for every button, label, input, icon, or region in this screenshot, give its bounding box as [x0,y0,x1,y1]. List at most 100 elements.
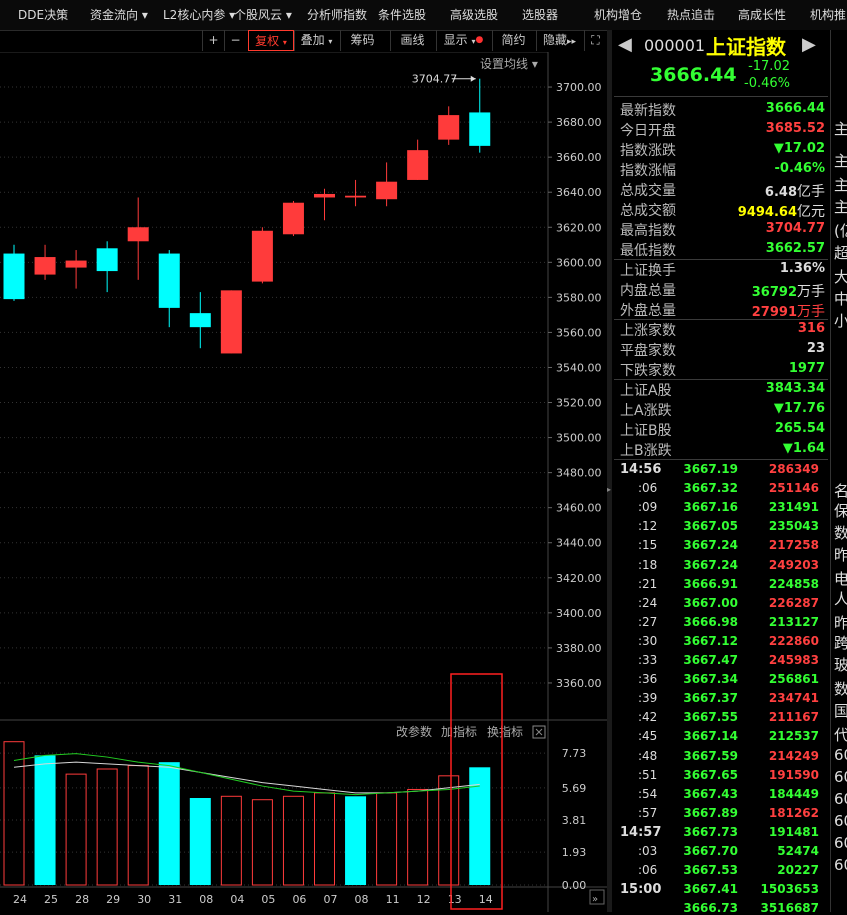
jianyue-button[interactable]: 简约 [492,30,534,51]
tick-volume: 217258 [768,538,819,553]
quote-value-unit: 亿元 [797,204,825,220]
fuquan-button[interactable]: 复权 ▾ [248,30,294,51]
price-tick-label: 3560.00 [556,326,602,339]
chouma-button[interactable]: 筹码 [340,30,384,51]
price-change: -17.02 [748,59,790,74]
quote-label: 上证换手 [620,263,676,279]
menu-item-6[interactable]: 高级选股 [450,0,498,30]
cropped-text: 主 [834,152,847,170]
huaxian-button[interactable]: 画线 [390,30,434,51]
tick-time: :57 [638,805,658,820]
cropped-text: 人 [834,590,847,608]
tick-price: 3666.98 [683,614,738,629]
quote-label: 上B涨跌 [620,443,672,459]
date-tick-label: 14 [479,893,493,906]
quote-value: 3843.34 [766,381,825,396]
volume-bar [376,792,398,886]
menu-item-7[interactable]: 选股器 [522,0,558,30]
quote-panel: ◀ 000001 上证指数 ▶ 3666.44 -17.02 -0.46% 最新… [612,30,847,915]
date-tick-label: 08 [199,893,213,906]
menu-item-5[interactable]: 条件选股 [378,0,426,30]
tick-volume: 251146 [768,481,819,496]
cropped-text: 中 [834,290,847,308]
candle-body [189,313,211,328]
high-annotation: 3704.77 [412,73,458,86]
tick-volume: 3516687 [760,901,819,915]
tick-volume: 20227 [777,863,819,878]
volume-bar [251,799,273,886]
price-tick-label: 3420.00 [556,572,602,585]
stock-name: 上证指数 [706,35,786,59]
diejia-button[interactable]: 叠加 ▾ [294,30,338,51]
volume-ma-line [13,761,480,794]
quote-label: 总成交额 [620,203,676,219]
price-pct: -0.46% [744,76,790,91]
zoom-in-button[interactable]: + [202,30,224,51]
collapse-arrow-icon[interactable]: ▸ [607,485,611,494]
quote-label: 指数涨跌 [620,143,676,159]
menu-item-0[interactable]: DDE决策 [18,0,68,30]
quote-label: 内盘总量 [620,283,676,299]
cropped-text: 超 [834,244,847,262]
cropped-text: 昨 [834,614,847,632]
price-tick-label: 3540.00 [556,361,602,374]
prev-stock-icon[interactable]: ◀ [618,34,632,55]
tick-price: 3667.19 [683,462,738,476]
date-tick-label: 11 [386,893,400,906]
quote-label: 外盘总量 [620,303,676,319]
tick-price: 3667.53 [683,863,738,878]
quote-value-number: 3843.34 [765,381,825,396]
quote-value-unit: 亿手 [797,184,825,200]
cropped-text: 主 [834,198,847,216]
cropped-text: 保 [834,502,847,520]
price-tick-label: 3580.00 [556,291,602,304]
volume-bar [3,741,25,886]
quote-value-number: 36792 [751,285,797,300]
fullscreen-icon[interactable]: ⛶ [584,30,606,51]
next-stock-icon[interactable]: ▶ [802,34,816,55]
tick-volume: 211167 [768,710,819,725]
menu-item-4[interactable]: 分析师指数 [307,0,367,30]
volume-tick-label: 7.73 [562,747,587,760]
tick-price: 3666.91 [683,576,738,591]
kline-chart[interactable]: 3700.00 3680.00 3660.00 3640.00 3620.00 3600.… [0,52,607,912]
menu-item-8[interactable]: 机构增仓 [594,0,642,30]
price-tick-label: 3400.00 [556,607,602,620]
cropped-text: 60 [834,790,847,808]
tick-volume: 191481 [768,824,819,839]
tick-time: :06 [638,863,658,878]
price-tick-label: 3360.00 [556,677,602,690]
indicator-param-button: 改参数 [396,724,432,739]
tick-time: :18 [638,557,658,572]
zoom-out-button[interactable]: − [224,30,246,51]
tick-volume: 181262 [768,805,819,820]
menu-item-9[interactable]: 热点追击 [667,0,715,30]
date-tick-label: 06 [292,893,306,906]
quote-value-number: 1.36% [779,261,825,276]
menu-item-10[interactable]: 高成长性 [738,0,786,30]
stock-code: 000001 [644,36,706,55]
yincang-button[interactable]: 隐藏▸▸ [536,30,582,51]
volume-bar [96,768,118,886]
menu-item-1[interactable]: 资金流向 ▾ [90,0,148,30]
volume-tick-label: 5.69 [562,782,587,795]
menu-item-3[interactable]: 个股风云 ▾ [234,0,292,30]
cropped-text: 60 [834,768,847,786]
menu-item-2[interactable]: L2核心内参 ▾ [163,0,235,30]
candle-body [345,195,367,198]
tick-price: 3667.70 [683,844,738,858]
volume-bar [282,795,304,886]
volume-bar [127,765,149,886]
price-tick-label: 3600.00 [556,256,602,269]
chart-toolbar: + − 复权 ▾ 叠加 ▾ 筹码 画线 显示 ▾● 简约 隐藏▸▸ ⛶ [200,30,607,52]
quote-value-number: ▼17.76 [773,401,825,416]
tick-volume: 235043 [768,519,819,534]
quote-label: 下跌家数 [620,363,676,379]
cropped-text: 名 [834,482,847,500]
quote-value: 316 [798,321,825,336]
quote-value: -0.46% [775,161,826,176]
price-tick-label: 3380.00 [556,642,602,655]
menu-item-11[interactable]: 机构推 [810,0,846,30]
xianshi-button[interactable]: 显示 ▾● [436,30,490,51]
candle-body [376,181,398,200]
